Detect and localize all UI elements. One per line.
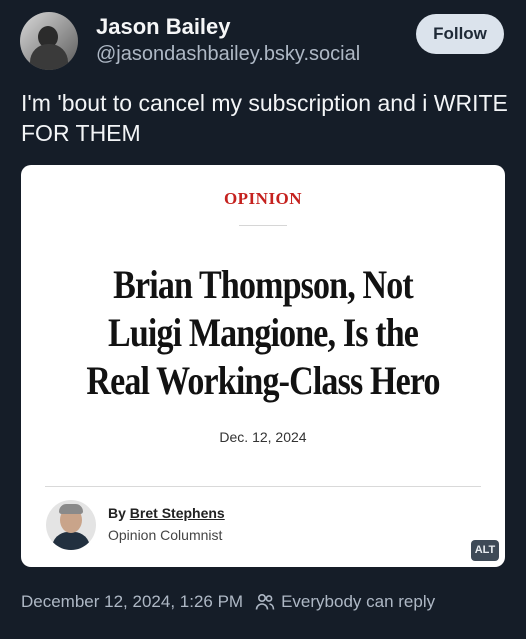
post-meta: December 12, 2024, 1:26 PM Everybody can… [21, 592, 435, 612]
author-photo-hair [59, 504, 83, 514]
author-photo-suit [52, 532, 90, 550]
byline-prefix: By [108, 505, 126, 521]
avatar-body [30, 44, 68, 70]
people-icon [255, 593, 275, 610]
embedded-image[interactable]: OPINION Brian Thompson, Not Luigi Mangio… [21, 165, 505, 567]
follow-button[interactable]: Follow [416, 14, 504, 54]
post-header: Jason Bailey @jasondashbailey.bsky.socia… [20, 12, 506, 72]
post-timestamp[interactable]: December 12, 2024, 1:26 PM [21, 592, 243, 612]
article-date: Dec. 12, 2024 [219, 429, 307, 445]
author-role: Opinion Columnist [108, 527, 223, 543]
post-text: I'm 'bout to cancel my subscription and … [21, 90, 508, 146]
author-name[interactable]: Jason Bailey [96, 14, 231, 40]
avatar[interactable] [20, 12, 78, 70]
alt-badge[interactable]: ALT [471, 540, 499, 561]
byline: By Bret Stephens [108, 505, 225, 521]
byline-author: Bret Stephens [129, 505, 225, 521]
article-headline: Brian Thompson, Not Luigi Mangione, Is t… [86, 262, 440, 403]
author-handle[interactable]: @jasondashbailey.bsky.social [96, 43, 360, 66]
reply-setting[interactable]: Everybody can reply [281, 592, 435, 612]
author-photo [46, 500, 96, 550]
section-divider [239, 225, 287, 226]
byline-divider [45, 486, 481, 487]
section-label: OPINION [223, 189, 303, 208]
